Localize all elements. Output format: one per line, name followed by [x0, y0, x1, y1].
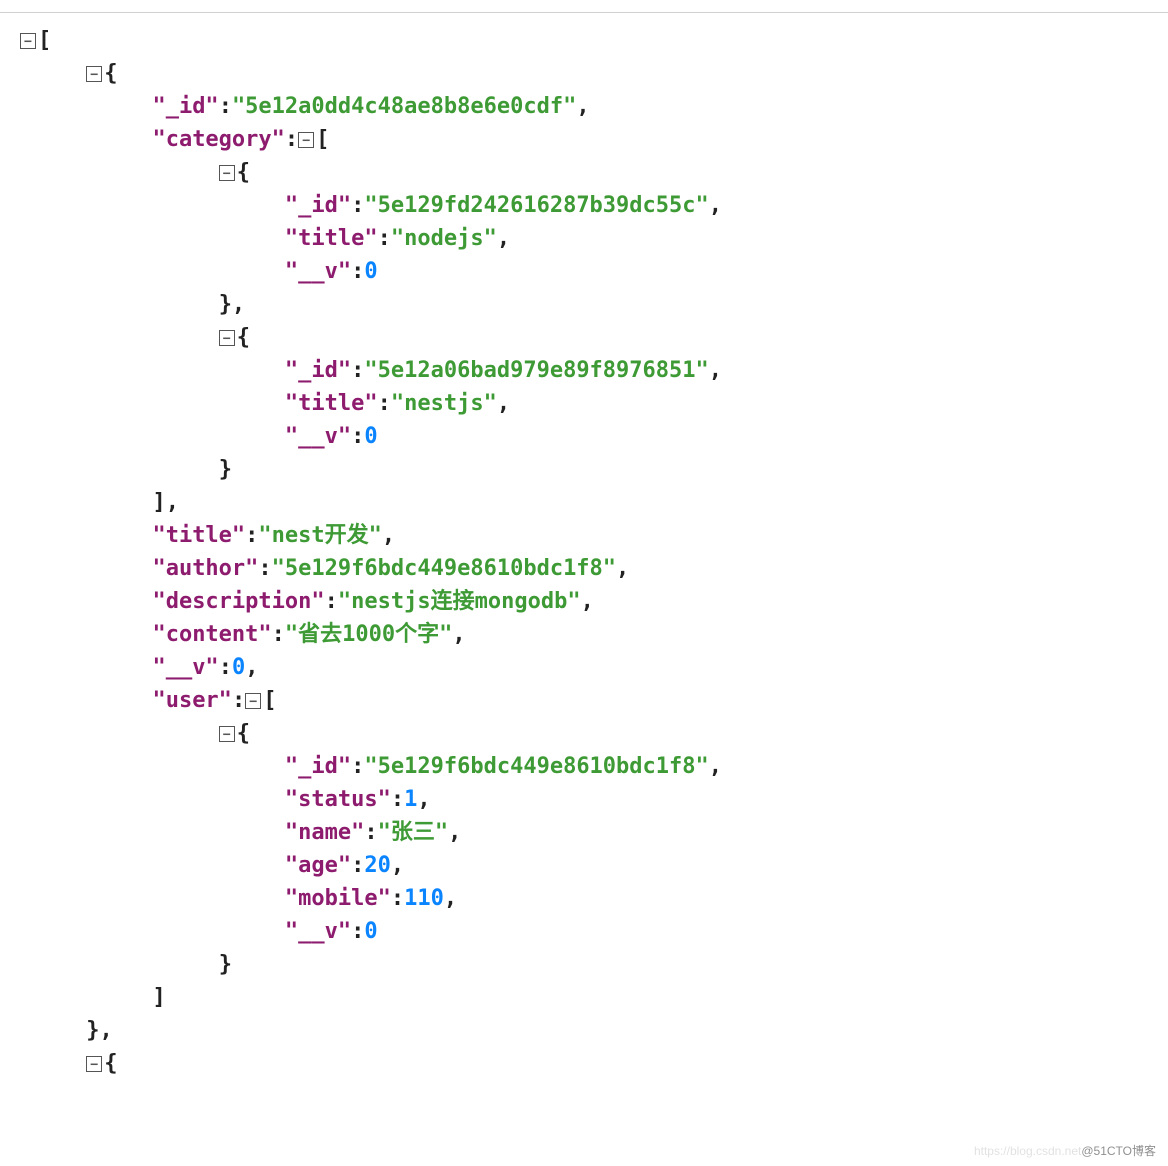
- json-string: "nestjs连接mongodb": [338, 589, 581, 614]
- json-key: "description": [152, 589, 324, 614]
- json-key: "category": [152, 127, 284, 152]
- json-string: "省去1000个字": [285, 622, 452, 647]
- json-string: "5e129f6bdc449e8610bdc1f8": [364, 754, 708, 779]
- json-key: "__v": [285, 424, 351, 449]
- collapse-icon[interactable]: [219, 330, 235, 346]
- json-key: "_id": [285, 754, 351, 779]
- json-string: "5e129f6bdc449e8610bdc1f8": [272, 556, 616, 581]
- json-number: 1: [404, 787, 417, 812]
- json-key: "__v": [152, 655, 218, 680]
- collapse-icon[interactable]: [219, 726, 235, 742]
- json-key: "__v": [285, 919, 351, 944]
- watermark-url: https://blog.csdn.net: [974, 1144, 1081, 1158]
- json-string: "5e12a0dd4c48ae8b8e6e0cdf": [232, 94, 576, 119]
- json-key: "age": [285, 853, 351, 878]
- json-number: 110: [404, 886, 444, 911]
- json-number: 0: [364, 259, 377, 284]
- json-number: 0: [364, 919, 377, 944]
- json-number: 20: [364, 853, 391, 878]
- json-key: "user": [152, 688, 231, 713]
- collapse-icon[interactable]: [86, 1056, 102, 1072]
- json-string: "5e129fd242616287b39dc55c": [364, 193, 708, 218]
- json-key: "author": [152, 556, 258, 581]
- json-key: "content": [152, 622, 271, 647]
- json-string: "张三": [378, 820, 449, 845]
- json-number: 0: [364, 424, 377, 449]
- json-number: 0: [232, 655, 245, 680]
- json-key: "_id": [285, 193, 351, 218]
- json-key: "mobile": [285, 886, 391, 911]
- json-key: "name": [285, 820, 364, 845]
- json-string: "nest开发": [258, 523, 381, 548]
- collapse-icon[interactable]: [219, 165, 235, 181]
- watermark-handle: @51CTO博客: [1081, 1144, 1156, 1158]
- json-key: "status": [285, 787, 391, 812]
- collapse-icon[interactable]: [86, 66, 102, 82]
- json-viewer: [ { "_id":"5e12a0dd4c48ae8b8e6e0cdf", "c…: [0, 0, 1168, 1100]
- json-string: "nodejs": [391, 226, 497, 251]
- json-key: "title": [285, 391, 378, 416]
- collapse-icon[interactable]: [20, 33, 36, 49]
- json-key: "_id": [285, 358, 351, 383]
- json-key: "_id": [152, 94, 218, 119]
- json-string: "5e12a06bad979e89f8976851": [364, 358, 708, 383]
- collapse-icon[interactable]: [298, 132, 314, 148]
- json-string: "nestjs": [391, 391, 497, 416]
- json-key: "title": [152, 523, 245, 548]
- watermark: https://blog.csdn.net@51CTO博客: [974, 1142, 1156, 1160]
- json-key: "title": [285, 226, 378, 251]
- top-divider: [0, 12, 1168, 13]
- json-key: "__v": [285, 259, 351, 284]
- collapse-icon[interactable]: [245, 693, 261, 709]
